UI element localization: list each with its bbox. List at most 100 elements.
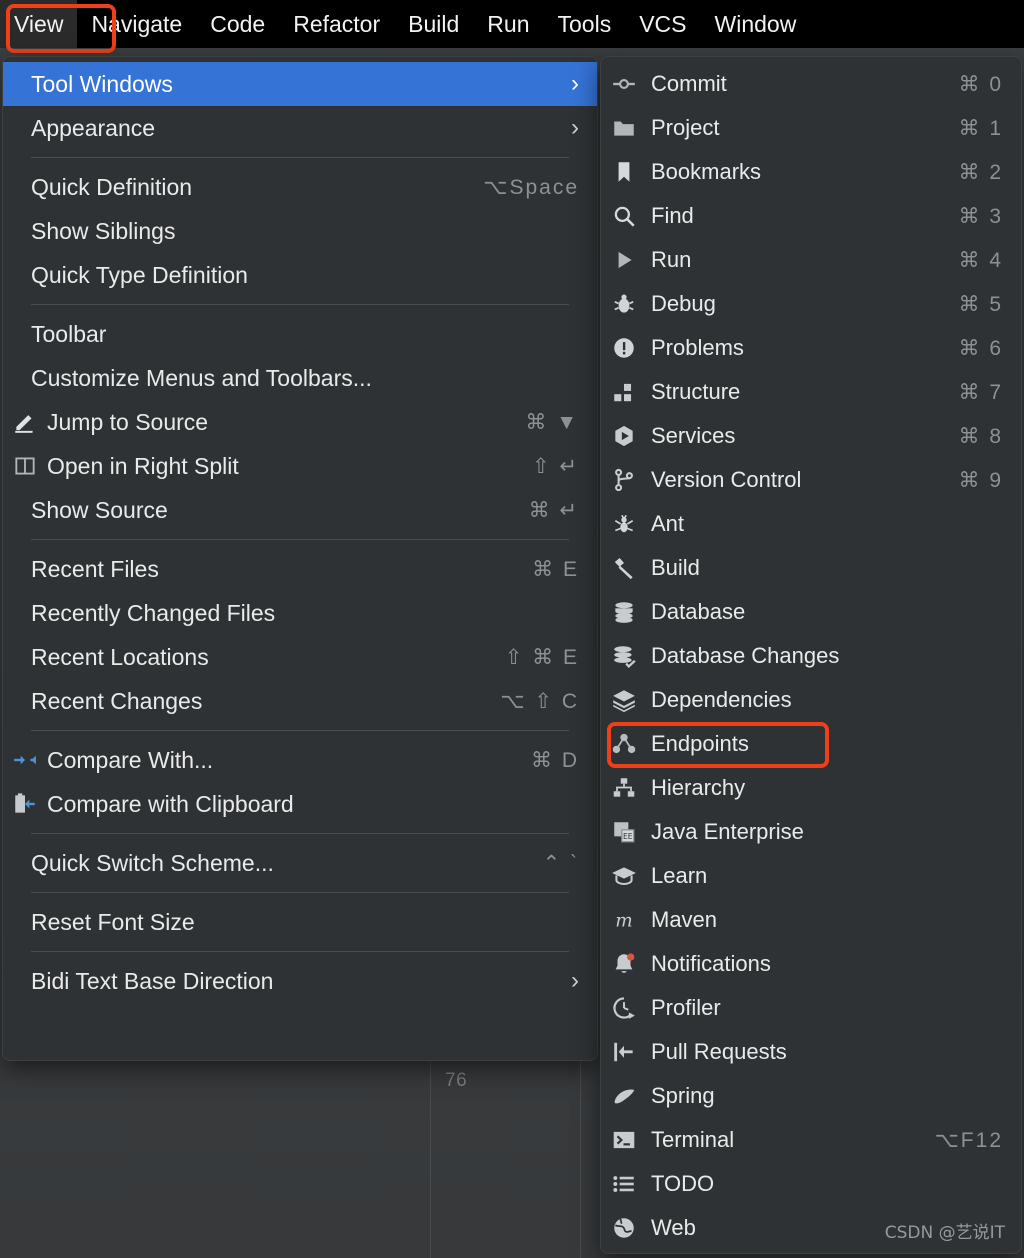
warning-circle-icon	[601, 335, 647, 361]
menubar-item-tools[interactable]: Tools	[544, 0, 626, 48]
tool-window-shortcut: ⌘ 1	[958, 116, 1003, 140]
tool-window-label: Spring	[651, 1083, 715, 1108]
view-menu-item-tool-windows[interactable]: Tool Windows ›	[3, 62, 597, 106]
menubar-item-run[interactable]: Run	[473, 0, 543, 48]
tool-window-item-database-changes[interactable]: Database Changes	[601, 634, 1021, 678]
menu-item-shortcut: ⌘ E	[532, 557, 579, 581]
tool-window-label: Java Enterprise	[651, 819, 804, 844]
menu-item-label: Show Source	[31, 496, 168, 523]
tool-window-item-pull-requests[interactable]: Pull Requests	[601, 1030, 1021, 1074]
watermark: CSDN @艺说IT	[884, 1223, 1005, 1243]
view-menu-item-jump-to-source[interactable]: Jump to Source ⌘ ▼	[3, 400, 597, 444]
view-menu-item-compare-with-clipboard[interactable]: Compare with Clipboard	[3, 782, 597, 826]
tool-window-item-endpoints[interactable]: Endpoints	[601, 722, 1021, 768]
branch-icon	[601, 467, 647, 493]
tool-window-label: Notifications	[651, 951, 771, 976]
tool-window-label: Services	[651, 423, 736, 448]
tool-window-shortcut: ⌥F12	[934, 1128, 1003, 1152]
tool-window-item-version-control[interactable]: Version Control ⌘ 9	[601, 458, 1021, 502]
screen: 76 View Navigate Code Refactor Build Run Tools…	[0, 0, 1024, 1258]
menubar-item-code[interactable]: Code	[196, 0, 279, 48]
bookmark-icon	[601, 159, 647, 185]
services-icon	[601, 423, 647, 449]
tool-window-item-spring[interactable]: Spring	[601, 1074, 1021, 1118]
tool-window-item-debug[interactable]: Debug ⌘ 5	[601, 282, 1021, 326]
tool-window-item-profiler[interactable]: Profiler	[601, 986, 1021, 1030]
view-menu-item-compare-with[interactable]: Compare With... ⌘ D	[3, 738, 597, 782]
menubar-item-view[interactable]: View	[0, 0, 78, 48]
menu-item-shortcut: ⌘ ▼	[525, 410, 579, 434]
tool-window-label: Profiler	[651, 995, 721, 1020]
spring-leaf-icon	[601, 1083, 647, 1109]
tool-window-item-find[interactable]: Find ⌘ 3	[601, 194, 1021, 238]
tool-window-shortcut: ⌘ 7	[958, 380, 1003, 404]
tool-window-item-database[interactable]: Database	[601, 590, 1021, 634]
view-menu-item-show-source[interactable]: Show Source ⌘ ↵	[3, 488, 597, 532]
maven-icon: m	[601, 907, 647, 933]
menu-item-label: Tool Windows	[31, 70, 173, 97]
editor-gutter-divider	[430, 1060, 431, 1258]
java-ee-icon: EE	[601, 819, 647, 845]
tool-window-item-notifications[interactable]: Notifications	[601, 942, 1021, 986]
chevron-right-icon: ›	[571, 70, 579, 97]
view-menu-item-quick-definition[interactable]: Quick Definition ⌥Space	[3, 165, 597, 209]
tool-window-item-ant[interactable]: Ant	[601, 502, 1021, 546]
view-menu-item-toolbar[interactable]: Toolbar	[3, 312, 597, 356]
view-menu-item-show-siblings[interactable]: Show Siblings	[3, 209, 597, 253]
tool-window-item-services[interactable]: Services ⌘ 8	[601, 414, 1021, 458]
list-icon	[601, 1171, 647, 1197]
tool-window-item-maven[interactable]: m Maven	[601, 898, 1021, 942]
tool-window-item-dependencies[interactable]: Dependencies	[601, 678, 1021, 722]
tool-window-item-learn[interactable]: Learn	[601, 854, 1021, 898]
tool-window-label: Structure	[651, 379, 741, 404]
menubar-item-build[interactable]: Build	[394, 0, 473, 48]
menubar-item-vcs[interactable]: VCS	[625, 0, 700, 48]
compare-icon	[3, 747, 47, 773]
database-check-icon	[601, 643, 647, 669]
menubar-item-window[interactable]: Window	[701, 0, 811, 48]
tool-window-item-project[interactable]: Project ⌘ 1	[601, 106, 1021, 150]
folder-icon	[601, 115, 647, 141]
view-menu-item-quick-switch-scheme[interactable]: Quick Switch Scheme... ⌃ `	[3, 841, 597, 885]
tool-window-shortcut: ⌘ 4	[958, 248, 1003, 272]
view-menu-item-quick-type-definition[interactable]: Quick Type Definition	[3, 253, 597, 297]
menu-separator	[31, 833, 569, 834]
tool-window-item-run[interactable]: Run ⌘ 4	[601, 238, 1021, 282]
tool-window-item-hierarchy[interactable]: Hierarchy	[601, 766, 1021, 810]
view-menu-item-open-in-right-split[interactable]: Open in Right Split ⇧ ↵	[3, 444, 597, 488]
menu-item-label: Quick Definition	[31, 173, 193, 200]
split-panes-icon	[3, 453, 47, 479]
view-menu-item-appearance[interactable]: Appearance ›	[3, 106, 597, 150]
view-menu-item-reset-font-size[interactable]: Reset Font Size	[3, 900, 597, 944]
view-menu-item-recent-locations[interactable]: Recent Locations ⇧ ⌘ E	[3, 635, 597, 679]
view-menu-item-recent-changes[interactable]: Recent Changes ⌥ ⇧ C	[3, 679, 597, 723]
tool-window-item-terminal[interactable]: Terminal ⌥F12	[601, 1118, 1021, 1162]
tool-window-label: Maven	[651, 907, 718, 932]
tool-window-item-structure[interactable]: Structure ⌘ 7	[601, 370, 1021, 414]
menu-item-label: Appearance	[31, 114, 156, 141]
tool-window-item-build[interactable]: Build	[601, 546, 1021, 590]
tool-windows-submenu: Commit ⌘ 0 Project ⌘ 1 Bookmarks ⌘ 2 Find ⌘ 3 Ru…	[600, 56, 1022, 1254]
menu-item-shortcut: ⌥Space	[483, 175, 579, 199]
tool-window-item-java-enterprise[interactable]: EE Java Enterprise	[601, 810, 1021, 854]
menubar-item-navigate[interactable]: Navigate	[77, 0, 196, 48]
tool-window-item-todo[interactable]: TODO	[601, 1162, 1021, 1206]
menu-item-label: Bidi Text Base Direction	[31, 967, 274, 994]
tool-window-item-bookmarks[interactable]: Bookmarks ⌘ 2	[601, 150, 1021, 194]
menu-item-label: Customize Menus and Toolbars...	[31, 364, 372, 391]
view-menu-item-customize-menus-and-toolbars[interactable]: Customize Menus and Toolbars...	[3, 356, 597, 400]
view-menu-item-bidi-text-base-direction[interactable]: Bidi Text Base Direction ›	[3, 959, 597, 1003]
menu-item-shortcut: ⌥ ⇧ C	[500, 689, 579, 713]
menu-item-shortcut: ⌃ `	[542, 851, 579, 875]
view-menu-item-recent-files[interactable]: Recent Files ⌘ E	[3, 547, 597, 591]
tool-window-label: Build	[651, 555, 700, 580]
view-menu-item-recently-changed-files[interactable]: Recently Changed Files	[3, 591, 597, 635]
tool-window-label: Ant	[651, 511, 685, 536]
tool-window-shortcut: ⌘ 9	[958, 468, 1003, 492]
tool-window-item-commit[interactable]: Commit ⌘ 0	[601, 62, 1021, 106]
tool-window-item-problems[interactable]: Problems ⌘ 6	[601, 326, 1021, 370]
pencil-icon	[3, 409, 47, 435]
menu-item-shortcut: ⌘ D	[531, 748, 579, 772]
menu-separator	[31, 730, 569, 731]
menubar-item-refactor[interactable]: Refactor	[279, 0, 394, 48]
